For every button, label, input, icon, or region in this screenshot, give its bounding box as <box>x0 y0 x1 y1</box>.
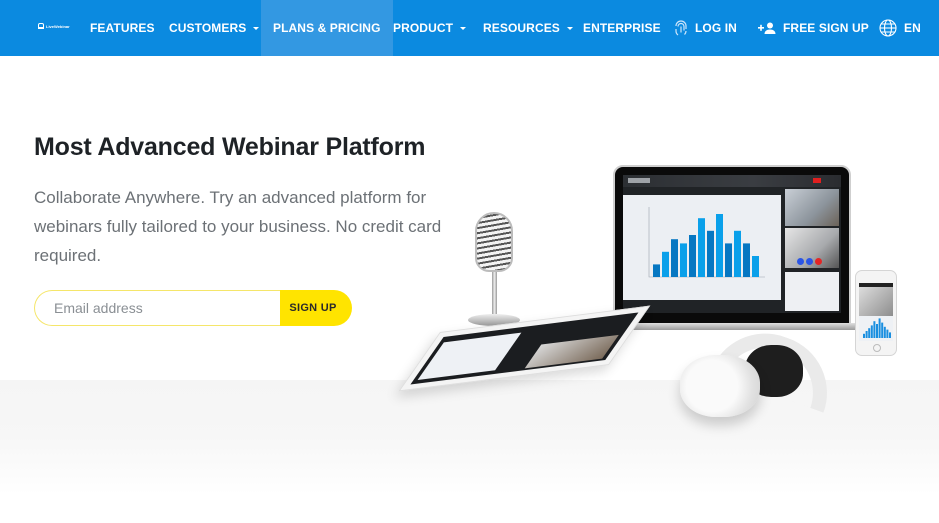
nav-item-label: PRODUCT <box>393 21 454 35</box>
nav-item-product[interactable]: PRODUCT <box>393 0 467 56</box>
video-sidebar <box>785 189 839 311</box>
video-feed <box>785 228 839 268</box>
phone-device <box>855 270 897 356</box>
phone-chart-bar <box>865 331 868 338</box>
decorative-phone-bars <box>863 318 891 338</box>
phone-chart-bar <box>873 321 876 338</box>
phone-chart-bar <box>863 333 865 338</box>
chart-bar <box>680 243 687 277</box>
phone-chart-bar <box>876 324 878 338</box>
phone-screen <box>859 283 893 341</box>
add-user-icon <box>758 22 776 34</box>
chat-panel <box>785 272 839 311</box>
caret-down-icon <box>253 27 260 30</box>
microphone-icon <box>475 212 513 272</box>
globe-icon <box>879 19 897 37</box>
email-input[interactable] <box>34 290 280 326</box>
live-badge <box>813 178 821 183</box>
laptop-screen <box>613 165 851 325</box>
end-call-icon <box>815 258 822 265</box>
nav-item-label: PLANS & PRICING <box>273 21 381 35</box>
free-signup-label: FREE SIGN UP <box>783 21 869 35</box>
phone-chart-bar <box>881 322 884 338</box>
webinar-brand <box>628 178 650 183</box>
tablet-device <box>398 305 651 392</box>
chart-bar <box>671 239 678 277</box>
phone-video <box>859 287 893 317</box>
language-label: EN <box>904 21 921 35</box>
phone-chart <box>859 316 893 341</box>
chart-bar <box>653 264 660 277</box>
phone-chart-bar <box>886 329 889 338</box>
chart-bar <box>734 230 741 277</box>
language-selector[interactable]: EN <box>879 0 921 56</box>
nav-item-plans-pricing[interactable]: PLANS & PRICING <box>261 0 393 56</box>
call-controls <box>797 258 822 265</box>
caret-down-icon <box>460 27 467 30</box>
microphone-stand <box>492 272 497 314</box>
tablet-screen <box>410 312 639 385</box>
free-signup-link[interactable]: FREE SIGN UP <box>758 0 869 56</box>
chart-bar <box>698 218 705 277</box>
headphones-icon <box>680 355 760 417</box>
tablet-video <box>524 334 619 369</box>
chart-bar <box>707 230 714 277</box>
nav-item-customers[interactable]: CUSTOMERS <box>169 0 260 56</box>
phone-chart-bar <box>870 325 873 338</box>
nav-item-label: RESOURCES <box>483 21 560 35</box>
mic-button-icon <box>806 258 813 265</box>
nav-item-features[interactable]: FEATURES <box>90 0 155 56</box>
phone-chart-bar <box>868 328 871 338</box>
phone-chart-bar <box>878 318 881 338</box>
logo-icon <box>38 23 44 29</box>
decorative-bar-chart <box>648 207 765 278</box>
hero-subtitle: Collaborate Anywhere. Try an advanced pl… <box>34 188 442 265</box>
camera-button-icon <box>797 258 804 265</box>
chart-bar <box>743 243 750 277</box>
nav-item-label: ENTERPRISE <box>583 21 661 35</box>
webinar-room-preview <box>623 175 841 313</box>
home-button <box>873 344 881 352</box>
logo-text: LiveWebinar <box>46 23 70 29</box>
phone-chart-bar <box>883 326 886 338</box>
sign-up-button[interactable]: SIGN UP <box>280 290 352 326</box>
nav-item-enterprise[interactable]: ENTERPRISE <box>583 0 661 56</box>
nav-item-label: FEATURES <box>90 21 155 35</box>
tablet-chart <box>417 332 522 380</box>
logo[interactable]: LiveWebinar <box>38 23 70 29</box>
phone-chart-bar <box>889 332 891 338</box>
nav-item-label: CUSTOMERS <box>169 21 247 35</box>
nav-item-resources[interactable]: RESOURCES <box>483 0 573 56</box>
chart-bar <box>716 214 723 277</box>
hero-illustration <box>398 160 930 420</box>
fingerprint-icon <box>674 20 688 36</box>
chart-bar <box>662 251 669 277</box>
top-navigation-bar: LiveWebinar FEATURES CUSTOMERS PLANS & P… <box>0 0 939 56</box>
video-feed <box>785 189 839 226</box>
chart-bar <box>752 256 759 277</box>
chart-bar <box>689 235 696 277</box>
caret-down-icon <box>566 27 573 30</box>
login-label: LOG IN <box>695 21 737 35</box>
chart-bar <box>725 243 732 277</box>
login-link[interactable]: LOG IN <box>674 0 737 56</box>
email-signup-form: SIGN UP <box>34 290 352 326</box>
presentation-area <box>623 195 781 300</box>
webinar-topbar <box>623 175 841 187</box>
hero-title: Most Advanced Webinar Platform <box>34 133 426 161</box>
